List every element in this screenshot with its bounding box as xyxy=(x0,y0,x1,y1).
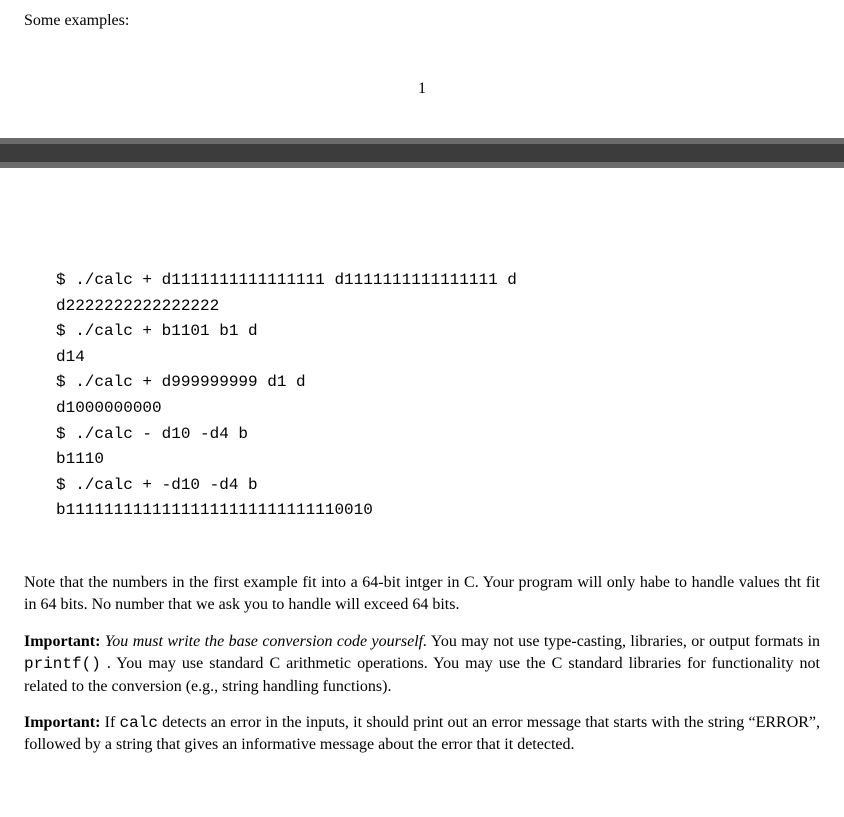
page-separator xyxy=(0,138,844,168)
page-bottom: $ ./calc + d1111111111111111 d1111111111… xyxy=(0,268,844,795)
para2-text-a: You may not use type-casting, libraries,… xyxy=(431,633,820,650)
code-block: $ ./calc + d1111111111111111 d1111111111… xyxy=(56,268,820,524)
paragraph-note: Note that the numbers in the first examp… xyxy=(24,572,820,617)
para3-text-a: If xyxy=(105,714,120,731)
printf-code: printf() xyxy=(24,655,101,673)
para2-text-b: . You may use standard C arithmetic oper… xyxy=(24,655,820,694)
intro-text: Some examples: xyxy=(24,12,820,30)
paragraph-important-1: Important: You must write the base conve… xyxy=(24,631,820,698)
important-label: Important: xyxy=(24,633,100,650)
calc-code: calc xyxy=(120,714,158,732)
page-top: Some examples: 1 xyxy=(0,0,844,98)
important-italic: You must write the base conversion code … xyxy=(105,633,427,650)
important-label-2: Important: xyxy=(24,714,100,731)
paragraph-important-2: Important: If calc detects an error in t… xyxy=(24,712,820,757)
page-number: 1 xyxy=(24,80,820,98)
